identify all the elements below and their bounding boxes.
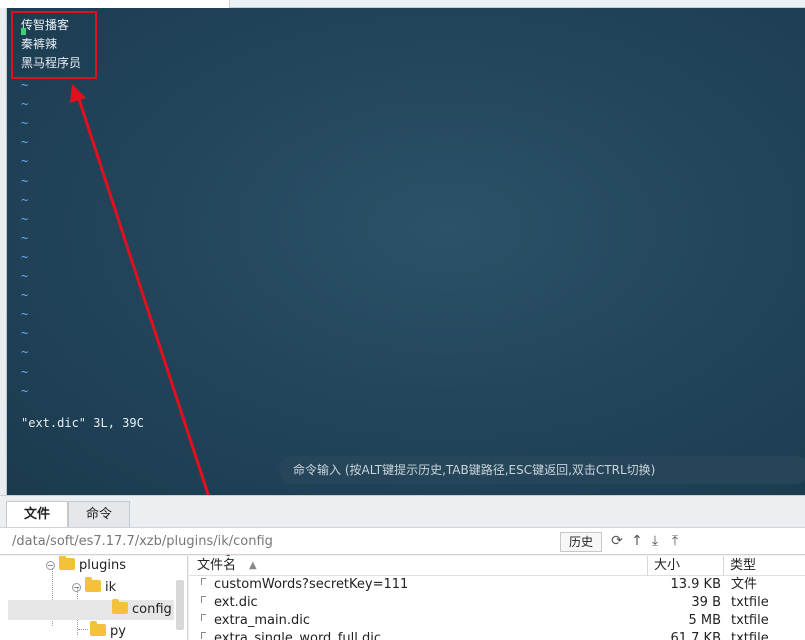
vim-status-line: "ext.dic" 3L, 39C [21, 416, 144, 430]
up-directory-icon[interactable]: ↑ [629, 533, 645, 549]
sort-asc-icon: ▲ [249, 560, 257, 571]
path-bar: /data/soft/es7.17.7/xzb/plugins/ik/confi… [0, 527, 805, 555]
tilde-marker: ~ [21, 97, 29, 112]
tree-item-plugins[interactable]: − plugins [46, 556, 126, 576]
history-button[interactable]: 历史 [560, 532, 602, 552]
folder-icon [85, 577, 101, 592]
file-row[interactable]: extra_single_word_full.dic 61.7 KB txtfile [189, 630, 805, 640]
top-tab-strip [0, 0, 805, 8]
tilde-marker: ~ [21, 364, 29, 379]
tilde-marker: ~ [21, 116, 29, 131]
file-row[interactable]: extra_main.dic 5 MB txtfile [189, 612, 805, 630]
column-size[interactable]: 大小 [654, 556, 680, 576]
terminal-view[interactable]: 传智播客 秦裤辣 黑马程序员 ~ ~ ~ ~ ~ ~ ~ ~ ~ ~ ~ ~ ~ ~ ~ ~ ~ "ext.di… [7, 8, 805, 495]
tilde-marker: ~ [21, 135, 29, 150]
tilde-marker: ~ [21, 249, 29, 264]
file-list: 文件名 ▲ 大小 类型 customWords?secretKey=111 13.… [189, 556, 805, 640]
tilde-marker: ~ [21, 230, 29, 245]
file-icon [201, 578, 206, 585]
tilde-marker: ~ [21, 173, 29, 188]
folder-icon [59, 556, 75, 570]
top-tab[interactable] [0, 0, 230, 8]
tilde-marker: ~ [21, 269, 29, 283]
tilde-marker: ~ [21, 288, 29, 303]
tilde-marker: ~ [21, 211, 29, 226]
file-icon [201, 596, 206, 603]
file-icon [201, 632, 206, 639]
file-row[interactable]: ext.dic 39 Btxtfile [189, 594, 805, 612]
file-row[interactable]: customWords?secretKey=111 13.9 KB 文件 [189, 576, 805, 594]
tab-commands[interactable]: 命令 [68, 501, 130, 528]
collapse-icon[interactable]: − [46, 561, 55, 570]
column-name[interactable]: 文件名 [197, 556, 236, 576]
tab-files[interactable]: 文件 [6, 501, 68, 529]
file-list-header: 文件名 ▲ 大小 类型 [189, 556, 805, 576]
path-input[interactable]: /data/soft/es7.17.7/xzb/plugins/ik/confi… [12, 534, 273, 549]
annotation-box-text [11, 11, 97, 79]
folder-tree: − plugins − ik config py [0, 556, 188, 640]
upload-icon[interactable]: ⤒ [667, 533, 683, 549]
download-icon[interactable]: ⤓ [647, 533, 663, 549]
tilde-marker: ~ [21, 154, 29, 169]
command-input[interactable]: 命令输入 (按ALT键提示历史,TAB键路径,ESC键返回,双击CTRL切换) [279, 456, 805, 484]
collapse-icon[interactable]: − [72, 583, 81, 592]
tilde-marker: ~ [21, 307, 29, 322]
tilde-marker: ~ [21, 192, 29, 207]
tree-scrollbar[interactable] [176, 580, 184, 630]
refresh-icon[interactable]: ⟳ [609, 533, 625, 549]
column-type[interactable]: 类型 [730, 556, 756, 576]
left-gutter [0, 8, 7, 495]
file-icon [201, 614, 206, 621]
tilde-marker: ~ [21, 326, 29, 341]
folder-icon [112, 599, 128, 614]
tree-item-config[interactable]: config [8, 599, 174, 620]
tilde-marker: ~ [21, 345, 29, 360]
folder-icon [90, 621, 106, 636]
tree-item-py[interactable]: py [90, 621, 126, 640]
tilde-marker: ~ [21, 383, 29, 398]
tree-item-ik[interactable]: − ik [72, 577, 116, 598]
bottom-tab-bar: 文件 命令 [0, 495, 805, 529]
